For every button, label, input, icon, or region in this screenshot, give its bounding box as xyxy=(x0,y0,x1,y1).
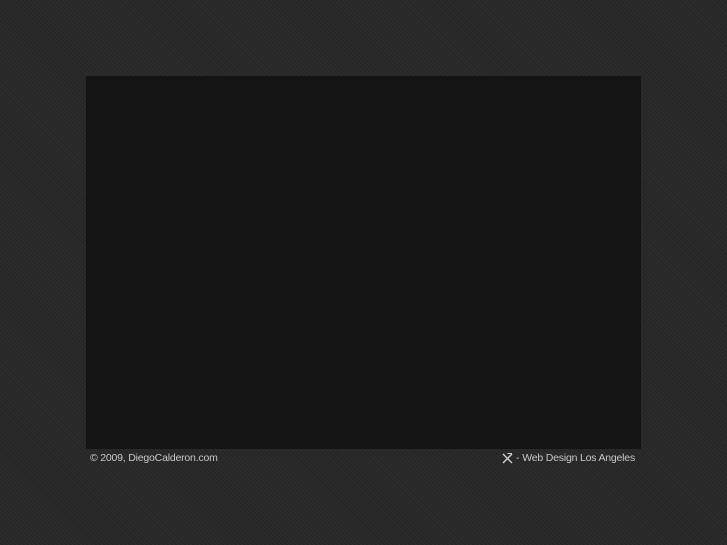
main-content-area xyxy=(86,76,641,449)
footer-credit: - Web Design Los Angeles xyxy=(502,451,635,465)
web-design-link[interactable]: Web Design Los Angeles xyxy=(522,451,635,465)
copyright-text[interactable]: © 2009, DiegoCalderon.com xyxy=(90,451,218,465)
footer: © 2009, DiegoCalderon.com - Web Design L… xyxy=(86,451,641,467)
x-logo-icon[interactable] xyxy=(502,452,513,464)
credit-prefix: - xyxy=(515,452,520,464)
